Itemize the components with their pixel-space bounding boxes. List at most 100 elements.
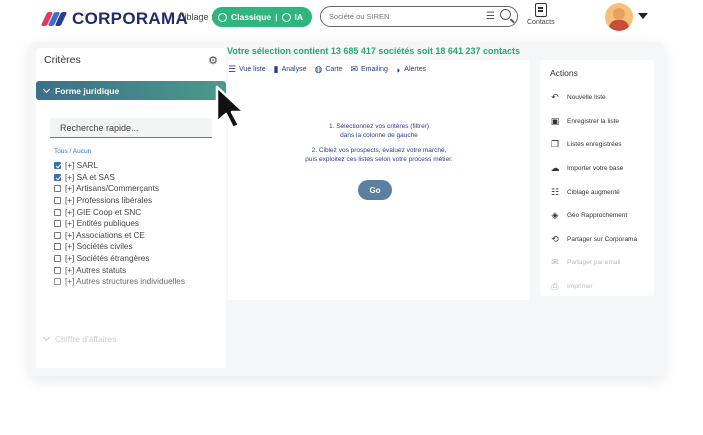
select-all-none-link[interactable]: Tous / Aucun [54, 148, 91, 155]
actions-title: Actions [550, 68, 578, 78]
action-item[interactable]: ☷ Ciblage augmenté [550, 180, 654, 204]
action-label: Partager sur Corporama [567, 235, 638, 243]
copy-icon: ❐ [550, 139, 560, 150]
action-item[interactable]: ✉ Partager par email [550, 251, 654, 275]
legal-form-option[interactable]: [+] SARL [54, 160, 185, 172]
mode-ia[interactable]: IA [295, 12, 304, 22]
criteria-panel: Critères ⚙ Forme juridique Recherche rap… [36, 48, 226, 368]
checkbox[interactable] [54, 208, 61, 216]
option-label: [+] Professions libérales [65, 196, 153, 206]
logo-mark-icon [40, 12, 68, 26]
checkbox[interactable] [54, 278, 61, 286]
actions-list: ↶ Nouvelle liste ▣ Enregistrer la liste ❐ Lis… [540, 86, 654, 298]
upload-cloud-icon: ☁ [550, 163, 560, 174]
ai-icon [281, 12, 291, 22]
section-forme-juridique[interactable]: Forme juridique [36, 81, 226, 100]
list-icon: ☰ [228, 64, 237, 74]
app-page: CORPORAMA Ciblage : Classique | IA ☰ Con… [0, 0, 703, 435]
action-item[interactable]: ❐ Listes enregistrées [550, 133, 654, 157]
mode-classique[interactable]: Classique [231, 12, 271, 22]
tab-emailing[interactable]: ✉ Emailing [350, 64, 387, 75]
legal-form-option[interactable]: [+] Associations et CE [54, 230, 185, 242]
legal-form-options: [+] SARL [+] SA et SAS [+] Artisans/Commer… [54, 160, 185, 288]
step2-message: 2. Ciblez vos prospects, évaluez votre m… [228, 146, 530, 164]
option-label: [+] SARL [65, 161, 98, 171]
legal-form-option[interactable]: [+] Autres structures individuelles [54, 276, 185, 288]
mail-icon: ✉ [551, 257, 559, 268]
action-item[interactable]: ⟲ Partager sur Corporama [550, 228, 654, 252]
checkbox[interactable] [54, 255, 61, 263]
tab-alertes[interactable]: ◗ Alertes [396, 64, 426, 75]
printer-icon: ⎙ [551, 281, 559, 292]
option-label: [+] Artisans/Commerçants [65, 184, 159, 194]
action-item[interactable]: ☁ Importer votre base [550, 157, 654, 181]
section-ca-label: Chiffre d'affaires [55, 334, 117, 344]
corporama-logo[interactable]: CORPORAMA [40, 9, 189, 29]
ciblage-mode-toggle[interactable]: Classique | IA [212, 7, 312, 27]
action-item[interactable]: ⎙ Imprimer [550, 275, 654, 299]
tab-carte[interactable]: ◍ Carte [314, 64, 342, 75]
checkbox[interactable] [54, 231, 61, 239]
go-button[interactable]: Go [358, 180, 392, 200]
top-bar: CORPORAMA Ciblage : Classique | IA ☰ Con… [0, 0, 703, 40]
mode-separator: | [275, 12, 278, 22]
user-avatar[interactable] [605, 3, 633, 31]
action-label: Nouvelle liste [567, 94, 606, 102]
legal-form-option[interactable]: [+] Entités publiques [54, 218, 185, 230]
quick-search-input[interactable]: Recherche rapide... [50, 118, 212, 138]
checkbox[interactable] [54, 197, 61, 205]
diamond-icon: ◈ [551, 210, 559, 221]
checkbox[interactable] [54, 162, 61, 170]
gear-icon[interactable]: ⚙ [208, 54, 218, 67]
legal-form-option[interactable]: [+] Sociétés étrangères [54, 253, 185, 265]
legal-form-option[interactable]: [+] Sociétés civiles [54, 241, 185, 253]
view-tabs: ☰ Vue liste ▮ Analyse ◍ Carte ✉ Emailing ◗ Al… [228, 64, 426, 75]
option-label: [+] Autres statuts [65, 265, 127, 275]
legal-form-option[interactable]: [+] Professions libérales [54, 195, 185, 207]
chevron-down-icon [42, 85, 51, 93]
sliders-icon: ☷ [550, 186, 560, 197]
contacts-icon [534, 3, 547, 17]
tab-vue-liste[interactable]: ☰ Vue liste [228, 64, 266, 75]
section-chiffre-affaires[interactable]: Chiffre d'affaires [42, 333, 117, 344]
share-icon: ⟲ [551, 233, 559, 244]
selection-banner: Votre sélection contient 13 685 417 soci… [227, 46, 520, 56]
checkbox[interactable] [54, 173, 61, 181]
option-label: [+] GIE Coop et SNC [65, 207, 142, 217]
action-label: Partager par email [567, 259, 621, 267]
checkbox[interactable] [54, 243, 61, 251]
undo-icon: ↶ [551, 92, 559, 103]
legal-form-option[interactable]: [+] SA et SAS [54, 172, 185, 184]
action-label: Ciblage augmenté [567, 188, 620, 196]
checkbox[interactable] [54, 266, 61, 274]
checkbox[interactable] [54, 185, 61, 193]
legal-form-option[interactable]: [+] GIE Coop et SNC [54, 206, 185, 218]
filter-sliders-icon[interactable]: ☰ [486, 11, 495, 22]
rss-icon: ◗ [395, 64, 402, 75]
step1-title: 1. Sélectionnez vos critères (filtrer) [328, 123, 430, 130]
company-search-input[interactable] [329, 12, 469, 21]
step2-title: 2. Ciblez vos prospects, évaluez votre m… [311, 147, 447, 154]
search-icon[interactable] [500, 9, 511, 20]
criteria-title: Critères [44, 54, 81, 66]
tab-analyse[interactable]: ▮ Analyse [274, 64, 307, 75]
action-label: Imprimer [567, 283, 593, 291]
option-label: [+] Autres structures individuelles [65, 277, 185, 287]
step1-sub: dans la colonne de gauche [340, 132, 418, 139]
company-search[interactable]: ☰ [320, 6, 518, 27]
globe-icon: ◍ [314, 64, 323, 74]
contacts-label: Contacts [527, 19, 555, 26]
logo-text: CORPORAMA [72, 9, 189, 28]
step2-sub: puis exploitez ces listes selon votre pr… [305, 156, 453, 163]
action-item[interactable]: ↶ Nouvelle liste [550, 86, 654, 110]
contacts-button[interactable]: Contacts [527, 3, 555, 26]
chevron-down-icon[interactable] [638, 13, 648, 19]
chevron-down-icon [42, 333, 51, 342]
legal-form-option[interactable]: [+] Artisans/Commerçants [54, 183, 185, 195]
legal-form-option[interactable]: [+] Autres statuts [54, 264, 185, 276]
checkbox[interactable] [54, 220, 61, 228]
action-item[interactable]: ▣ Enregistrer la liste [550, 110, 654, 134]
action-item[interactable]: ◈ Géo Rapprochement [550, 204, 654, 228]
action-label: Géo Rapprochement [567, 212, 628, 220]
target-icon [218, 12, 227, 22]
